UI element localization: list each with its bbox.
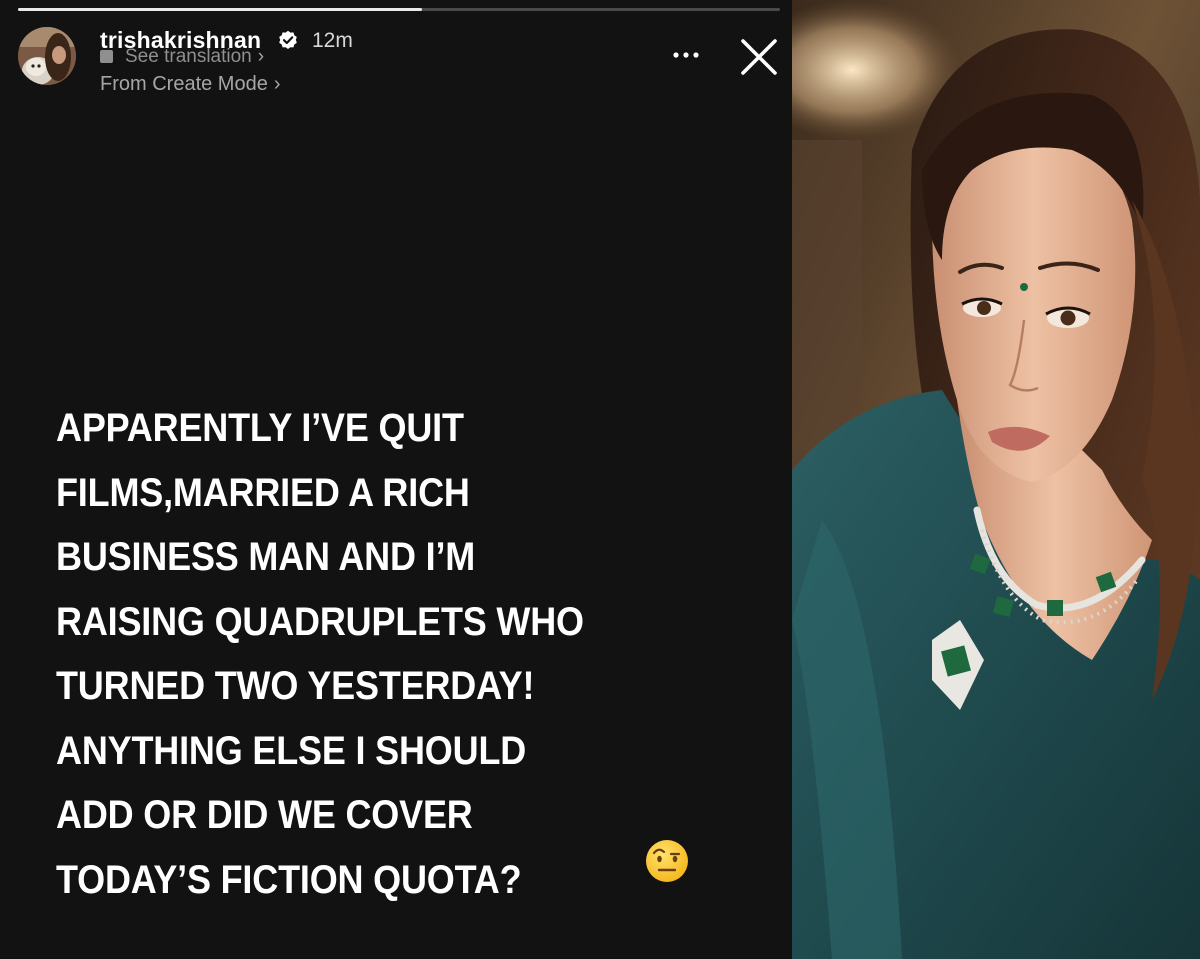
see-translation-label: See translation: [125, 46, 252, 67]
story-caption-line: FILMS,MARRIED A RICH: [56, 470, 470, 515]
story-progress-bar: [18, 8, 780, 11]
see-translation-link[interactable]: See translation ›: [100, 46, 264, 68]
story-caption-line: TODAY’S FICTION QUOTA?: [56, 857, 522, 902]
chevron-right-icon: ›: [257, 46, 265, 67]
story-caption-line: ADD OR DID WE COVER: [56, 793, 473, 837]
screenshot-frame: trishakrishnan 12m See translation › From…: [0, 0, 1200, 959]
story-panel[interactable]: trishakrishnan 12m See translation › From…: [0, 0, 792, 959]
portrait-illustration: [792, 0, 1200, 959]
face-with-raised-eyebrow-icon: [646, 840, 688, 882]
verified-badge-icon: [279, 30, 297, 49]
story-caption-line: APPARENTLY I’VE QUIT: [56, 406, 464, 450]
avatar-image: [18, 27, 76, 85]
story-caption-line: ANYTHING ELSE I SHOULD: [56, 728, 527, 773]
story-caption: APPARENTLY I’VE QUIT FILMS,MARRIED A RIC…: [56, 396, 776, 912]
portrait-photo: [792, 0, 1200, 959]
chevron-right-icon: ›: [273, 73, 281, 95]
story-caption-line: BUSINESS MAN AND I’M: [56, 535, 476, 579]
avatar[interactable]: [18, 27, 76, 85]
create-mode-link[interactable]: From Create Mode ›: [100, 73, 281, 96]
story-caption-line: TURNED TWO YESTERDAY!: [56, 664, 535, 708]
story-timestamp: 12m: [312, 29, 353, 52]
story-caption-line: RAISING QUADRUPLETS WHO: [56, 599, 584, 644]
story-progress-fill: [18, 8, 422, 11]
close-icon[interactable]: [738, 36, 780, 78]
more-options-icon[interactable]: [668, 40, 708, 70]
create-mode-label: From Create Mode: [100, 73, 268, 95]
translate-icon: [100, 50, 113, 63]
